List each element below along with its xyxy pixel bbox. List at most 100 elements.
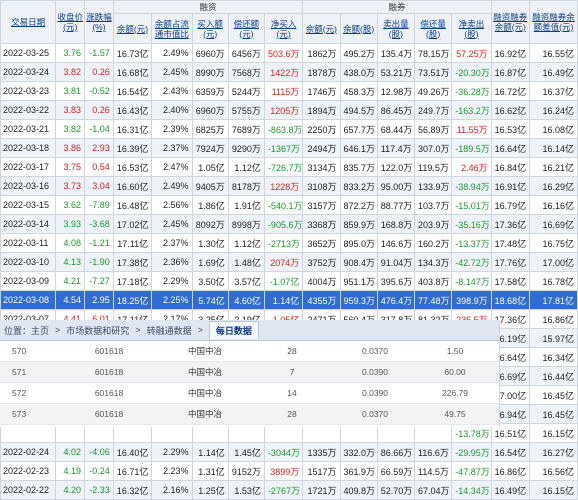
col-header-short-net[interactable]: 净卖出(股) <box>451 13 492 44</box>
cell-repay: 1.91亿 <box>227 195 265 215</box>
overlay-cell-c4: 7 <box>289 367 295 377</box>
cell-mb: 16.48亿 <box>112 195 153 215</box>
col-header-margin-net[interactable]: 净买入(元) <box>263 13 304 44</box>
cell-repay: 6456万 <box>227 43 265 63</box>
cell-td: 16.15亿 <box>528 480 578 500</box>
table-row[interactable]: 2022-03-14 3.93 -3.68 17.02亿 2.45% 8092万 8998万… <box>0 214 578 234</box>
col-header-date[interactable]: 交易日期 <box>0 0 57 44</box>
cell-sa: 494.5万 <box>339 100 378 120</box>
cell-sa: 872.2万 <box>339 195 378 215</box>
table-row[interactable]: 2022-03-15 3.62 -7.89 16.48亿 2.56% 1.86亿 1.91亿… <box>0 195 578 215</box>
table-row[interactable]: 2022-03-25 3.76 -1.57 16.73亿 2.49% 6960万 6456万… <box>0 43 578 63</box>
cell-sell: 52.70万 <box>376 480 416 500</box>
cell-srep: 114.5万 <box>414 461 453 481</box>
table-row[interactable]: 2022-03-08 4.54 2.95 18.25亿 2.25% 5.74亿 4.60亿 1… <box>0 290 578 310</box>
cell-net: -905.6万 <box>263 214 304 234</box>
col-header-short-repay[interactable]: 偿还量(股) <box>414 13 453 44</box>
table-row[interactable]: 2022-03-17 3.75 0.54 16.53亿 2.47% 1.05亿 1.12亿 -… <box>0 157 578 177</box>
cell-chg: -0.24 <box>84 461 114 481</box>
cell-mr: 2.29% <box>151 271 193 291</box>
col-header-total-balance[interactable]: 融资融券余额(元) <box>490 0 530 44</box>
table-row[interactable]: 2022-03-18 3.86 2.93 16.39亿 2.37% 7924万 9290万 -… <box>0 138 578 158</box>
cell-sa: 835.7万 <box>339 157 378 177</box>
cell-snet: 398.9万 <box>451 290 492 310</box>
table-row[interactable]: 2022-02-22 4.20 -2.33 16.32亿 2.16% 1.25亿 1.53亿… <box>0 480 578 500</box>
overlay-cell-c4: 28 <box>287 409 297 419</box>
col-header-close[interactable]: 收盘价(元) <box>55 0 86 44</box>
overlay-cell-c1: 572 <box>12 388 27 398</box>
col-header-total-diff[interactable]: 融资融券余额差值(元) <box>528 0 578 44</box>
cell-srep: 116.6万 <box>414 442 453 462</box>
cell-sb: 1335万 <box>302 442 341 462</box>
cell-td: 16.45亿 <box>528 385 578 405</box>
cell-sb: 4004万 <box>302 271 341 291</box>
breadcrumb-section[interactable]: 市场数据和研究 <box>66 324 129 337</box>
table-row[interactable]: 2022-03-11 4.08 -1.21 17.11亿 2.37% 1.30亿 1.12亿… <box>0 233 578 253</box>
tab-daily-data[interactable]: 每日数据 <box>208 321 259 339</box>
cell-chg: 3.04 <box>84 176 114 196</box>
col-header-short-amount[interactable]: 余额(股) <box>339 13 378 44</box>
overlay-cell-c1: 571 <box>12 367 27 377</box>
overlay-cell-c2: 601618 <box>94 409 124 419</box>
cell-chg: 2.93 <box>84 138 114 158</box>
col-header-margin-balance[interactable]: 余额(元) <box>112 13 153 44</box>
cell-td: 16.15亿 <box>528 423 578 443</box>
table-row[interactable]: 2022-03-16 3.73 3.04 16.60亿 2.49% 9405万 8178万 1… <box>0 176 578 196</box>
cell-net: 1.14亿 <box>263 290 304 310</box>
table-row[interactable]: 2022-03-09 4.21 -7.27 17.18亿 2.29% 3.50亿 3.57亿… <box>0 271 578 291</box>
cell-repay: 9152万 <box>227 461 265 481</box>
cell-mr: 2.36% <box>151 252 193 272</box>
cell-mb: 16.60亿 <box>112 176 153 196</box>
cell-snet: -36.28万 <box>451 81 492 101</box>
cell-sb: 2494万 <box>302 138 341 158</box>
overlay-cell-c3: 中国中冶 <box>187 367 222 377</box>
cell-sell: 66.59万 <box>376 461 416 481</box>
table-row[interactable]: 2022-03-22 3.83 0.26 16.43亿 2.40% 6960万 5755万 1… <box>0 100 578 120</box>
table-row[interactable]: 2022-02-24 4.02 -4.06 16.40亿 2.29% 1.14亿 1.45亿… <box>0 442 578 462</box>
cell-sb: 3368万 <box>302 214 341 234</box>
cell-mr: 2.45% <box>151 214 193 234</box>
cell-close: 4.20 <box>55 480 86 500</box>
cell-sb: 3157万 <box>302 195 341 215</box>
cell-net: 1228万 <box>263 176 304 196</box>
col-header-short-balance[interactable]: 余额(元) <box>302 13 341 44</box>
table-row[interactable]: 2022-03-10 4.13 -1.90 17.38亿 2.36% 1.69亿 1.48亿… <box>0 252 578 272</box>
cell-buy: 8092万 <box>191 214 229 234</box>
cell-srep: 403.8万 <box>414 271 453 291</box>
cell-repay: 1.12亿 <box>227 157 265 177</box>
overlay-cell-c5: 0.0370 <box>362 346 388 356</box>
cell-date: 2022-03-10 <box>0 252 57 272</box>
overlay-panel: 位置：主页 > 市场数据和研究 > 转融通数据 > 每日数据 570 601618… <box>0 320 500 427</box>
cell-repay: 1.45亿 <box>227 442 265 462</box>
cell-close: 3.73 <box>55 176 86 196</box>
col-header-margin-repay[interactable]: 偿还额(元) <box>227 13 265 44</box>
table-row[interactable]: 2022-03-23 3.81 -0.52 16.54亿 2.43% 6359万 5244万… <box>0 81 578 101</box>
cell-sa: 438.0万 <box>339 62 378 82</box>
col-header-margin-buy[interactable]: 买入额(元) <box>191 13 229 44</box>
col-header-margin-ratio[interactable]: 余额占流通市值比 <box>151 13 193 44</box>
cell-snet: -14.34万 <box>451 480 492 500</box>
cell-tb: 17.76亿 <box>490 252 530 272</box>
cell-sell: 395.6万 <box>376 271 416 291</box>
cell-mr: 2.49% <box>151 176 193 196</box>
breadcrumb-home[interactable]: 位置：主页 <box>4 324 49 337</box>
cell-tb: 16.84亿 <box>490 157 530 177</box>
cell-sa: 908.4万 <box>339 252 378 272</box>
group-header-margin: 融资 <box>112 0 304 14</box>
cell-close: 3.83 <box>55 100 86 120</box>
cell-srep: 49.26万 <box>414 81 453 101</box>
col-header-short-sell[interactable]: 卖出量(股) <box>376 13 416 44</box>
table-row[interactable]: 2022-02-23 4.19 -0.24 16.71亿 2.23% 1.31亿 9152万… <box>0 461 578 481</box>
breadcrumb-sub[interactable]: 转融通数据 <box>147 324 192 337</box>
col-header-change[interactable]: 涨跌幅(%) <box>84 0 114 44</box>
cell-tb: 17.48亿 <box>490 233 530 253</box>
cell-tb: 16.86亿 <box>490 461 530 481</box>
table-row[interactable]: 2022-03-24 3.82 0.26 16.68亿 2.45% 8990万 7568万 1… <box>0 62 578 82</box>
cell-sell: 135.4万 <box>376 43 416 63</box>
cell-mb: 17.02亿 <box>112 214 153 234</box>
cell-mr: 2.40% <box>151 100 193 120</box>
cell-date: 2022-03-18 <box>0 138 57 158</box>
cell-mr: 2.29% <box>151 442 193 462</box>
cell-srep: 77.48万 <box>414 290 453 310</box>
table-row[interactable]: 2022-03-21 3.82 -1.04 16.31亿 2.39% 6825万 7689万… <box>0 119 578 139</box>
